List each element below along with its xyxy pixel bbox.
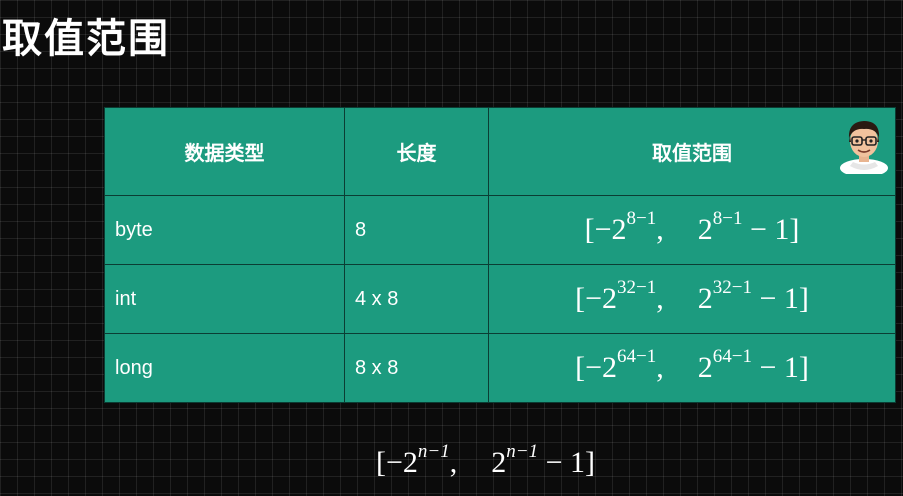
range-formula-int: [−232−1, 232−1 − 1] bbox=[575, 277, 809, 315]
header-length: 长度 bbox=[344, 107, 489, 196]
table-row: long 8 x 8 [−264−1, 264−1 − 1] bbox=[104, 333, 896, 403]
header-value-range-label: 取值范围 bbox=[652, 141, 732, 165]
cell-type-long: long bbox=[104, 333, 345, 403]
cell-length-long: 8 x 8 bbox=[344, 333, 489, 403]
cell-range-int: [−232−1, 232−1 − 1] bbox=[488, 264, 896, 334]
table-row: byte 8 [−28−1, 28−1 − 1] bbox=[104, 195, 896, 265]
cell-length-byte: 8 bbox=[344, 195, 489, 265]
table-row: int 4 x 8 [−232−1, 232−1 − 1] bbox=[104, 264, 896, 334]
avatar-icon bbox=[840, 121, 888, 174]
cell-type-byte: byte bbox=[104, 195, 345, 265]
cell-type-int: int bbox=[104, 264, 345, 334]
range-table: 数据类型 长度 取值范围 byte 8 [−28−1, 28−1 − 1] in… bbox=[104, 107, 896, 403]
cell-range-byte: [−28−1, 28−1 − 1] bbox=[488, 195, 896, 265]
page-title: 取值范围 bbox=[2, 16, 170, 62]
table-header-row: 数据类型 长度 取值范围 bbox=[104, 107, 896, 196]
cell-range-long: [−264−1, 264−1 − 1] bbox=[488, 333, 896, 403]
range-formula-long: [−264−1, 264−1 − 1] bbox=[575, 346, 809, 384]
cell-length-int: 4 x 8 bbox=[344, 264, 489, 334]
header-value-range: 取值范围 bbox=[488, 107, 896, 196]
header-data-type: 数据类型 bbox=[104, 107, 345, 196]
general-range-formula: [−2n−1, 2n−1 − 1] bbox=[376, 441, 595, 479]
range-formula-byte: [−28−1, 28−1 − 1] bbox=[584, 208, 800, 246]
